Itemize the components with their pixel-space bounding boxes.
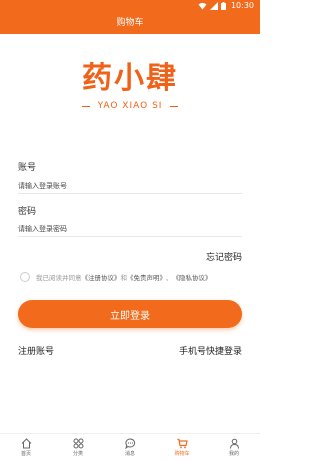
logo-dash-left xyxy=(81,105,90,107)
bottom-tab-bar: 首页 分类 消息 购物车 我的 xyxy=(0,433,260,461)
status-bar: 10:30 xyxy=(0,0,260,12)
register-link[interactable]: 注册账号 xyxy=(18,344,54,357)
cart-icon xyxy=(177,438,188,449)
tab-profile[interactable]: 我的 xyxy=(208,434,260,461)
tab-home[interactable]: 首页 xyxy=(0,434,52,461)
logo-main-text: 药小肆 xyxy=(82,61,178,96)
battery-icon xyxy=(221,2,226,10)
tab-label: 消息 xyxy=(124,451,135,457)
agreement-row: 我已阅读并同意 《注册协议》 和 《免责声明》 、 《隐私协议》 xyxy=(20,271,250,283)
logo-subtitle: YAO XIAO SI xyxy=(0,101,260,111)
home-icon xyxy=(21,438,31,449)
password-label: 密码 xyxy=(18,207,37,217)
signal-icon xyxy=(210,2,218,10)
phone-login-link[interactable]: 手机号快捷登录 xyxy=(179,344,242,357)
tab-label: 分类 xyxy=(72,451,83,457)
tab-label: 购物车 xyxy=(174,451,190,457)
tab-label: 首页 xyxy=(20,451,31,457)
login-button[interactable]: 立即登录 xyxy=(18,300,242,328)
forgot-password-link[interactable]: 忘记密码 xyxy=(206,250,242,263)
status-icons xyxy=(198,2,226,10)
user-icon xyxy=(229,438,239,449)
message-icon xyxy=(124,438,135,449)
tab-category[interactable]: 分类 xyxy=(52,434,104,461)
tab-message[interactable]: 消息 xyxy=(104,434,156,461)
password-input[interactable] xyxy=(18,221,242,237)
logo-dash-right xyxy=(170,105,179,107)
account-label: 账号 xyxy=(18,163,37,173)
category-icon xyxy=(73,438,83,449)
wifi-icon xyxy=(198,2,207,10)
page-title: 购物车 xyxy=(116,18,144,28)
account-input[interactable] xyxy=(18,178,242,194)
tab-cart[interactable]: 购物车 xyxy=(156,434,208,461)
status-time: 10:30 xyxy=(230,1,254,10)
logo-sub-text: YAO XIAO SI xyxy=(97,101,163,111)
privacy-link[interactable]: 《隐私协议》 xyxy=(173,272,212,282)
brand-logo: 药小肆 YAO XIAO SI xyxy=(0,62,260,122)
terms-link[interactable]: 《注册协议》 xyxy=(82,272,121,282)
disclaimer-link[interactable]: 《免责声明》 xyxy=(127,272,166,282)
agreement-prefix: 我已阅读并同意 xyxy=(36,274,82,282)
agreement-checkbox[interactable] xyxy=(20,272,30,282)
header: 购物车 xyxy=(0,12,260,34)
tab-label: 我的 xyxy=(228,451,239,457)
